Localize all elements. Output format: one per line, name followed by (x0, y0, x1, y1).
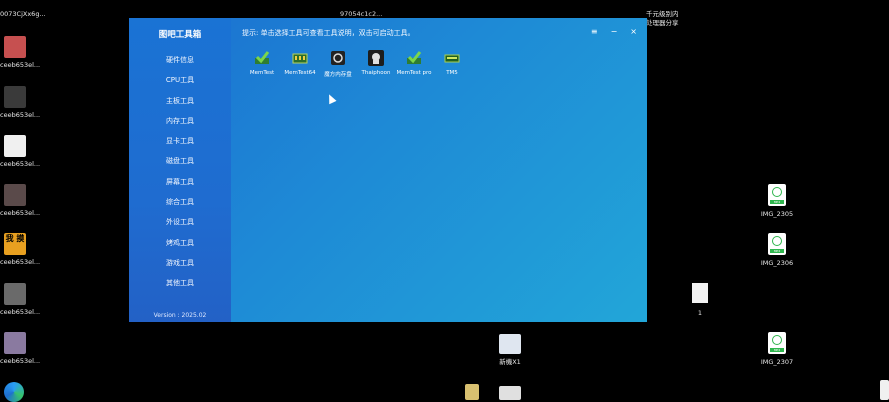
desktop-icon-label[interactable]: ceeb653el... (0, 308, 40, 316)
tool-ramdisk[interactable]: 魔方内存盘 (319, 50, 357, 78)
menu-icon[interactable]: ≡ (591, 27, 598, 36)
tool-label: MemTest (249, 70, 275, 76)
nav-item-screen-tools[interactable]: 屏幕工具 (129, 172, 231, 192)
desktop-image-icon[interactable] (4, 283, 26, 305)
desktop-icon-label[interactable]: ceeb653el... (0, 61, 40, 69)
video-file-icon[interactable]: MP4 (768, 184, 786, 206)
nav-item-stress-tools[interactable]: 烤鸡工具 (129, 233, 231, 253)
desktop-image-icon[interactable] (4, 332, 26, 354)
desktop-file-label[interactable]: 处理器分享 (646, 19, 679, 27)
thaiphoon-icon (368, 50, 384, 66)
tool-grid: MemTest MemTest64 魔方内存盘 Thaiphoon MemTes… (243, 50, 471, 78)
desktop-icon-label[interactable]: 新機X1 (495, 358, 525, 366)
check-icon (254, 50, 270, 66)
minimize-icon[interactable]: − (611, 27, 618, 36)
generic-file-icon[interactable] (692, 283, 708, 303)
desktop-image-icon[interactable] (4, 184, 26, 206)
desktop-file-label[interactable]: 0073CjXx6g... (0, 10, 46, 18)
toolbox-window: 图吧工具箱 硬件信息 CPU工具 主板工具 内存工具 显卡工具 磁盘工具 屏幕工… (129, 18, 647, 322)
tool-memtest64[interactable]: MemTest64 (281, 50, 319, 78)
version-label: Version : 2025.02 (153, 312, 207, 319)
nav-item-peripheral-tools[interactable]: 外设工具 (129, 212, 231, 232)
tool-label: 魔方内存盘 (324, 72, 352, 78)
video-file-icon[interactable]: MP4 (768, 332, 786, 354)
nav-item-hardware-info[interactable]: 硬件信息 (129, 50, 231, 70)
tool-label: MemTest pro (396, 70, 432, 76)
desktop-file-icon[interactable] (499, 386, 521, 400)
tool-label: TM5 (446, 70, 458, 76)
desktop-icon-label[interactable]: ceeb653el... (0, 160, 40, 168)
check-icon (406, 50, 422, 66)
nav-item-general-tools[interactable]: 综合工具 (129, 192, 231, 212)
sidebar-nav: 硬件信息 CPU工具 主板工具 内存工具 显卡工具 磁盘工具 屏幕工具 综合工具… (129, 50, 231, 294)
desktop-image-icon[interactable] (4, 86, 26, 108)
nav-item-motherboard-tools[interactable]: 主板工具 (129, 91, 231, 111)
tool-memtest[interactable]: MemTest (243, 50, 281, 78)
desktop-icon-label[interactable]: IMG_2306 (760, 259, 794, 267)
desktop-icon-label[interactable]: IMG_2305 (760, 210, 794, 218)
window-controls: ≡ − × (591, 27, 637, 36)
video-file-icon[interactable]: MP4 (768, 233, 786, 255)
nav-item-game-tools[interactable]: 游戏工具 (129, 253, 231, 273)
tool-memtest-pro[interactable]: MemTest pro (395, 50, 433, 78)
desktop-image-icon[interactable] (4, 36, 26, 58)
nav-item-gpu-tools[interactable]: 显卡工具 (129, 131, 231, 151)
desktop-file-label[interactable]: 千元级别内 (646, 10, 679, 18)
hint-text: 提示: 单击选择工具可查看工具说明，双击可启动工具。 (242, 29, 415, 37)
app-title: 图吧工具箱 (158, 30, 202, 40)
tool-tm5[interactable]: TM5 (433, 50, 471, 78)
ram-icon (444, 50, 460, 66)
desktop-file-icon[interactable] (880, 380, 889, 400)
tool-label: MemTest64 (284, 70, 316, 76)
desktop-icon-label[interactable]: ceeb653el... (0, 111, 40, 119)
nav-item-cpu-tools[interactable]: CPU工具 (129, 70, 231, 90)
desktop-icon-label[interactable]: ceeb653el... (0, 258, 40, 266)
tool-thaiphoon[interactable]: Thaiphoon (357, 50, 395, 78)
desktop-image-icon[interactable] (4, 135, 26, 157)
desktop-icon-label[interactable]: IMG_2307 (760, 358, 794, 366)
desktop-icon-label[interactable]: ceeb653el... (0, 209, 40, 217)
sidebar: 图吧工具箱 硬件信息 CPU工具 主板工具 内存工具 显卡工具 磁盘工具 屏幕工… (129, 18, 231, 322)
tool-label: Thaiphoon (361, 70, 391, 76)
nav-item-other-tools[interactable]: 其他工具 (129, 273, 231, 293)
desktop-file-label[interactable]: 97054c1c2... (340, 10, 382, 18)
desktop-file-icon[interactable] (499, 334, 521, 354)
ram-icon (292, 50, 308, 66)
desktop-icon-label[interactable]: 1 (692, 309, 708, 317)
edge-browser-icon[interactable] (4, 382, 24, 402)
desktop-image-icon[interactable]: 我 摸 (4, 233, 26, 255)
disk-icon (330, 50, 346, 66)
close-icon[interactable]: × (630, 27, 637, 36)
desktop-icon-label[interactable]: ceeb653el... (0, 357, 40, 365)
nav-item-memory-tools[interactable]: 内存工具 (129, 111, 231, 131)
desktop-file-icon[interactable] (465, 384, 479, 400)
nav-item-disk-tools[interactable]: 磁盘工具 (129, 151, 231, 171)
